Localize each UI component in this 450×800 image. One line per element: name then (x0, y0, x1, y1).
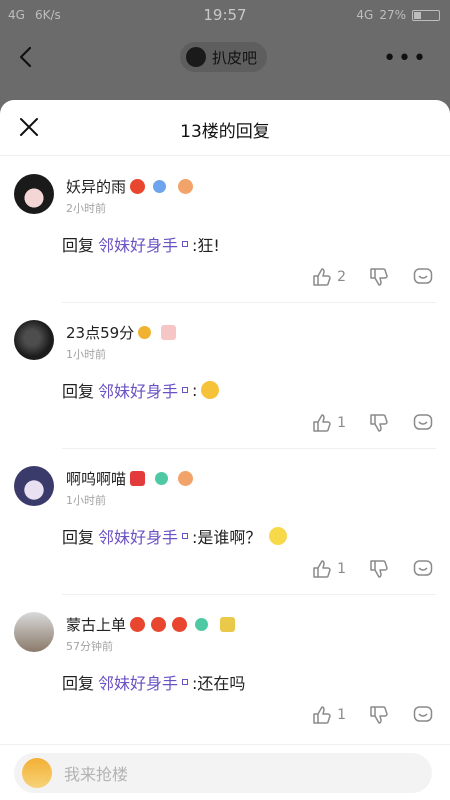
smile-emoji-icon (269, 527, 288, 545)
avatar[interactable] (14, 320, 54, 360)
lungs-badge-icon (178, 471, 194, 486)
reply-item: 23点59分 1小时前 回复 邻妹好身手 : 1 (0, 302, 450, 448)
reply-word: 回复 (62, 382, 95, 401)
grin-emoji-icon (201, 381, 220, 399)
diamond-badge-icon (153, 180, 167, 193)
reply-word: 回复 (62, 528, 95, 547)
verified-icon (182, 387, 189, 393)
more-menu-icon[interactable]: ••• (383, 46, 428, 71)
reply-item: 妖异的雨 2小时前 回复 邻妹好身手 :狂! 2 (0, 156, 450, 302)
pig-badge-icon (161, 325, 177, 340)
forum-chip[interactable]: 扒皮吧 (180, 42, 268, 72)
bottom-input-bar: 我来抢楼 (0, 744, 450, 800)
like-count: 2 (337, 269, 346, 285)
input-placeholder: 我来抢楼 (64, 765, 129, 784)
reply-word: 回复 (62, 236, 95, 255)
verified-icon (182, 533, 189, 539)
reply-item: 蒙古上单 57分钟前 回复 邻妹好身手 :还在吗 1 (0, 594, 450, 740)
username[interactable]: 啊呜啊喵 (66, 468, 126, 489)
angry-face-icon (130, 617, 146, 632)
thumbs-down-icon[interactable] (368, 412, 390, 434)
mention-link[interactable]: 邻妹好身手 (98, 670, 178, 694)
reply-time: 1小时前 (66, 494, 106, 507)
top-nav: 扒皮吧 ••• (0, 32, 450, 84)
mention-link[interactable]: 邻妹好身手 (98, 524, 178, 548)
username[interactable]: 23点59分 (66, 322, 134, 343)
thumbs-down-icon[interactable] (368, 266, 390, 288)
mention-link[interactable]: 邻妹好身手 (98, 378, 178, 402)
angry-face-icon (172, 617, 188, 632)
like-count: 1 (337, 561, 346, 577)
reply-input[interactable]: 我来抢楼 (14, 753, 432, 793)
sun-badge-icon (220, 617, 236, 632)
thumbs-down-icon[interactable] (368, 704, 390, 726)
battery-icon (412, 9, 440, 21)
angry-face-icon (130, 179, 146, 194)
thumbs-up-icon (313, 268, 331, 286)
forum-logo-icon (186, 47, 206, 67)
forum-name: 扒皮吧 (212, 48, 258, 67)
comment-icon[interactable] (412, 266, 434, 288)
diamond-badge-icon (195, 618, 209, 631)
comment-icon[interactable] (412, 558, 434, 580)
reply-text: :狂! (192, 236, 220, 255)
angry-face-icon (151, 617, 167, 632)
diamond-badge-icon (138, 326, 152, 339)
reply-text: :还在吗 (192, 674, 246, 693)
thumbs-up-icon (313, 560, 331, 578)
thumbs-up-icon (313, 706, 331, 724)
reply-content: 回复 邻妹好身手 :狂! (62, 232, 220, 256)
like-count: 1 (337, 415, 346, 431)
mention-link[interactable]: 邻妹好身手 (98, 232, 178, 256)
like-button[interactable]: 1 (311, 412, 346, 434)
reply-content: 回复 邻妹好身手 :还在吗 (62, 670, 245, 694)
username[interactable]: 妖异的雨 (66, 176, 126, 197)
reply-content: 回复 邻妹好身手 :是谁啊？ (62, 524, 288, 548)
thumbs-down-icon[interactable] (368, 558, 390, 580)
back-arrow-icon[interactable] (14, 44, 40, 70)
sheet-header: 13楼的回复 (0, 100, 450, 156)
like-button[interactable]: 1 (311, 558, 346, 580)
reply-time: 57分钟前 (66, 640, 113, 653)
verified-icon (182, 679, 189, 685)
lungs-badge-icon (178, 179, 194, 194)
like-button[interactable]: 2 (311, 266, 346, 288)
reply-time: 2小时前 (66, 202, 106, 215)
reply-text: : (192, 380, 198, 400)
reply-word: 回复 (62, 674, 95, 693)
user-avatar-icon (22, 758, 52, 788)
reply-text: :是谁啊？ (192, 528, 262, 547)
battery-percent: 27% (379, 8, 406, 22)
avatar[interactable] (14, 466, 54, 506)
sheet-title: 13楼的回复 (180, 122, 270, 142)
reply-content: 回复 邻妹好身手 : (62, 378, 220, 402)
reply-sheet: 13楼的回复 妖异的雨 2小时前 回复 邻妹好身手 :狂! 2 23点59分 1… (0, 100, 450, 800)
network-indicator-right: 4G (356, 8, 374, 22)
verified-icon (182, 241, 189, 247)
status-bar: 4G 6K/s 19:57 4G 27% (0, 0, 450, 32)
thumbs-up-icon (313, 414, 331, 432)
like-count: 1 (337, 707, 346, 723)
username[interactable]: 蒙古上单 (66, 614, 126, 635)
avatar[interactable] (14, 612, 54, 652)
reply-time: 1小时前 (66, 348, 106, 361)
avatar[interactable] (14, 174, 54, 214)
like-button[interactable]: 1 (311, 704, 346, 726)
reply-item: 啊呜啊喵 1小时前 回复 邻妹好身手 :是谁啊？ 1 (0, 448, 450, 594)
comment-icon[interactable] (412, 704, 434, 726)
diamond-badge-icon (155, 472, 169, 485)
comment-icon[interactable] (412, 412, 434, 434)
anger-symbol-icon (130, 471, 146, 486)
